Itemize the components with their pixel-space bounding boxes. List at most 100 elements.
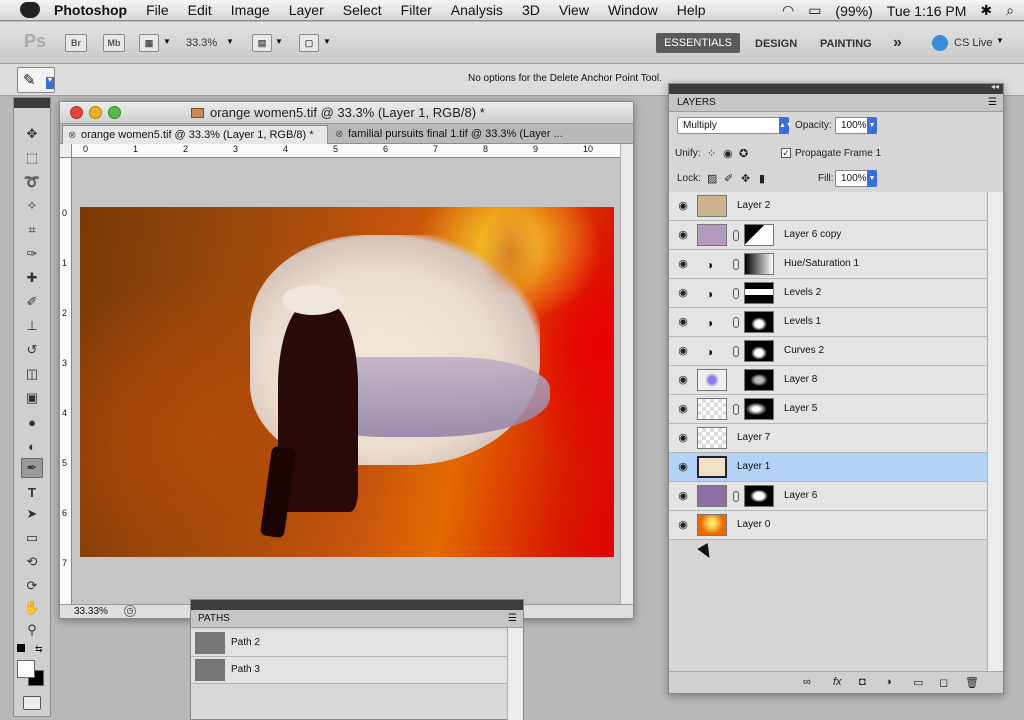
layer-mask-thumbnail[interactable]: [744, 282, 774, 304]
menu-layer[interactable]: Layer: [289, 2, 324, 18]
visibility-eye-icon[interactable]: ◉: [676, 432, 690, 444]
menu-select[interactable]: Select: [343, 2, 382, 18]
bluetooth-icon[interactable]: ✱: [980, 2, 992, 19]
lock-transparency-icon[interactable]: ▨: [707, 172, 717, 185]
new-group-icon[interactable]: ▭: [913, 676, 923, 689]
mask-link-icon[interactable]: [733, 491, 739, 502]
document-canvas-image[interactable]: [80, 207, 614, 557]
unify-position-icon[interactable]: ⁘: [707, 147, 716, 160]
document-title-bar[interactable]: orange women5.tif @ 33.3% (Layer 1, RGB/…: [60, 102, 633, 124]
workspace-essentials[interactable]: ESSENTIALS: [656, 33, 740, 53]
blend-mode-select[interactable]: Multiply ▲▼: [677, 117, 793, 134]
layer-style-icon[interactable]: fx: [833, 676, 842, 688]
delete-layer-icon[interactable]: 🗑: [965, 676, 979, 689]
propagate-frame-checkbox[interactable]: ✓: [781, 148, 791, 158]
launch-bridge-button[interactable]: Br: [65, 34, 87, 52]
gradient-tool-icon[interactable]: ▣: [21, 388, 43, 408]
spotlight-search-icon[interactable]: ⌕: [1006, 2, 1014, 19]
link-layers-icon[interactable]: ∞: [803, 676, 811, 688]
paths-panel-tab[interactable]: PATHS: [198, 613, 230, 624]
3d-rotate-tool-icon[interactable]: ⟲: [21, 552, 43, 572]
lock-all-icon[interactable]: ▮: [759, 172, 765, 185]
layer-row[interactable]: ◉ ◑ Levels 1: [669, 308, 987, 337]
status-zoom-level[interactable]: 33.33%: [74, 606, 108, 617]
wifi-icon[interactable]: ◠: [782, 2, 794, 19]
layer-mask-thumbnail[interactable]: [744, 398, 774, 420]
layer-row[interactable]: ◉ Layer 7: [669, 424, 987, 453]
workspace-painting[interactable]: PAINTING: [820, 38, 872, 50]
visibility-eye-icon[interactable]: ◉: [676, 345, 690, 357]
screen-mode-dropdown-icon[interactable]: ▼: [323, 37, 331, 46]
fill-field[interactable]: 100% ▼: [835, 170, 877, 187]
layer-mask-thumbnail[interactable]: [744, 224, 774, 246]
path-row[interactable]: Path 2: [191, 630, 509, 657]
document-proxy-icon[interactable]: [191, 108, 204, 118]
menu-image[interactable]: Image: [231, 2, 270, 18]
mask-link-icon[interactable]: [733, 404, 739, 415]
eyedropper-tool-icon[interactable]: ✑: [21, 244, 43, 264]
path-selection-tool-icon[interactable]: ➤: [21, 504, 43, 524]
mask-link-icon[interactable]: [733, 230, 739, 241]
mask-link-icon[interactable]: [733, 346, 739, 357]
history-brush-tool-icon[interactable]: ↺: [21, 340, 43, 360]
zoom-window-button[interactable]: [108, 106, 121, 119]
menu-help[interactable]: Help: [677, 2, 706, 18]
collapse-panel-icon[interactable]: ◂◂: [991, 82, 999, 91]
layer-row[interactable]: ◉ Layer 8: [669, 366, 987, 395]
layer-row[interactable]: ◉ ◑ Curves 2: [669, 337, 987, 366]
visibility-eye-icon[interactable]: ◉: [676, 287, 690, 299]
layer-row[interactable]: ◉ Layer 6: [669, 482, 987, 511]
layer-mask-thumbnail[interactable]: [744, 311, 774, 333]
visibility-eye-icon[interactable]: ◉: [676, 200, 690, 212]
visibility-eye-icon[interactable]: ◉: [676, 461, 690, 473]
close-tab-icon[interactable]: ⊗: [68, 126, 76, 144]
layers-panel-grip[interactable]: ◂◂: [669, 82, 1003, 94]
add-mask-icon[interactable]: ◘: [859, 676, 866, 688]
mask-link-icon[interactable]: [733, 259, 739, 270]
fill-slider-icon[interactable]: ▼: [867, 170, 877, 187]
new-adjustment-layer-icon[interactable]: ◑: [885, 676, 892, 688]
launch-mini-bridge-button[interactable]: Mb: [103, 34, 125, 52]
layer-row[interactable]: ◉ ◑ Levels 2: [669, 279, 987, 308]
battery-icon[interactable]: ▭: [808, 2, 821, 19]
swap-colors-icon[interactable]: ⇆: [35, 644, 43, 655]
tools-panel-header[interactable]: [14, 98, 50, 108]
vertical-scrollbar[interactable]: [620, 144, 633, 604]
tool-preset-picker[interactable]: ✎ ▼: [17, 67, 55, 93]
preset-dropdown-icon[interactable]: ▼: [46, 77, 54, 89]
close-window-button[interactable]: [70, 106, 83, 119]
status-info-icon[interactable]: ◷: [124, 605, 136, 617]
layer-row-selected[interactable]: ◉ Layer 1: [669, 453, 987, 482]
dodge-tool-icon[interactable]: ◐: [21, 436, 43, 456]
blend-mode-dropdown-icon[interactable]: ▲▼: [779, 117, 793, 134]
close-tab-icon[interactable]: ⊗: [335, 125, 343, 144]
type-tool-icon[interactable]: T: [21, 482, 43, 502]
lock-pixels-icon[interactable]: ✐: [724, 172, 733, 185]
unify-visibility-icon[interactable]: ◉: [723, 147, 733, 160]
menu-edit[interactable]: Edit: [188, 2, 212, 18]
more-workspaces-button[interactable]: »: [893, 34, 902, 52]
visibility-eye-icon[interactable]: ◉: [676, 403, 690, 415]
layers-scrollbar[interactable]: [987, 192, 1003, 692]
visibility-eye-icon[interactable]: ◉: [676, 316, 690, 328]
default-colors-icon[interactable]: [17, 644, 25, 652]
minimize-window-button[interactable]: [89, 106, 102, 119]
panel-menu-icon[interactable]: ☰: [508, 610, 517, 628]
unify-style-icon[interactable]: ✪: [739, 147, 748, 160]
mask-link-icon[interactable]: [733, 288, 739, 299]
blur-tool-icon[interactable]: ●: [21, 412, 43, 432]
visibility-eye-icon[interactable]: ◉: [676, 374, 690, 386]
layer-row[interactable]: ◉ ◑ Hue/Saturation 1: [669, 250, 987, 279]
arrange-dropdown-icon[interactable]: ▼: [275, 37, 283, 46]
menu-analysis[interactable]: Analysis: [451, 2, 503, 18]
cs-live-icon[interactable]: [932, 35, 948, 51]
layer-mask-thumbnail[interactable]: [744, 340, 774, 362]
apple-menu-icon[interactable]: [20, 2, 40, 18]
eraser-tool-icon[interactable]: ◫: [21, 364, 43, 384]
lock-position-icon[interactable]: ✥: [741, 172, 750, 185]
quick-mask-icon[interactable]: [23, 696, 41, 710]
layer-row[interactable]: ◉ Layer 0: [669, 511, 987, 540]
visibility-eye-icon[interactable]: ◉: [676, 229, 690, 241]
3d-orbit-tool-icon[interactable]: ⟳: [21, 576, 43, 596]
mask-link-icon[interactable]: [733, 317, 739, 328]
